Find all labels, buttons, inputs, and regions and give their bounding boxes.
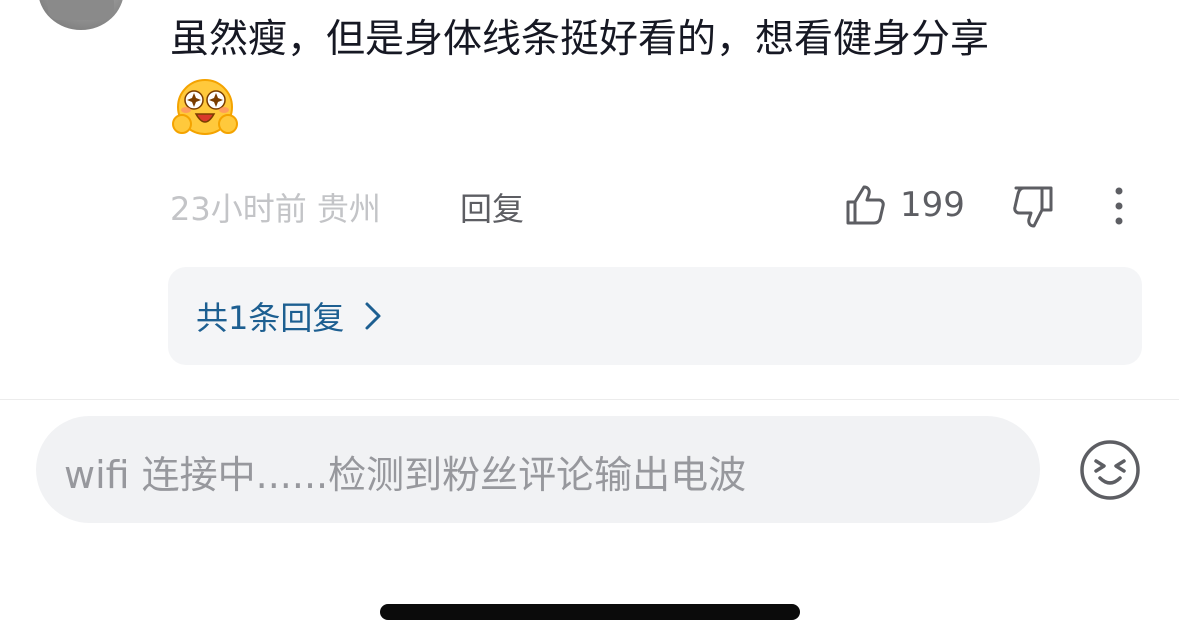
reply-button[interactable]: 回复	[460, 184, 524, 230]
comment-time-location: 23小时前 贵州	[170, 190, 381, 228]
divider	[0, 399, 1179, 400]
thumbs-down-icon[interactable]	[1010, 182, 1058, 230]
avatar[interactable]	[38, 0, 124, 30]
chevron-right-icon	[365, 302, 381, 330]
starry-eyed-face-icon	[172, 79, 238, 135]
comment-page: 虽然瘦，但是身体线条挺好看的，想看健身分享 23小时前 贵州 回复 199 共1…	[0, 0, 1179, 644]
smiley-face-icon[interactable]	[1078, 438, 1142, 502]
thumbs-up-icon	[846, 185, 885, 225]
like-count: 199	[900, 185, 965, 225]
home-indicator[interactable]	[380, 604, 800, 620]
comment-input-placeholder: wifi 连接中......检测到粉丝评论输出电波	[64, 453, 747, 497]
comment-text: 虽然瘦，但是身体线条挺好看的，想看健身分享	[170, 17, 990, 62]
comment-meta-row: 23小时前 贵州 回复 199	[170, 180, 1150, 230]
comment-input[interactable]: wifi 连接中......检测到粉丝评论输出电波	[36, 416, 1040, 523]
replies-count-label: 共1条回复	[196, 299, 345, 337]
like-button[interactable]: 199	[842, 180, 965, 230]
replies-box[interactable]: 共1条回复	[168, 267, 1142, 365]
view-replies-link[interactable]: 共1条回复	[196, 293, 382, 339]
more-vertical-icon[interactable]	[1104, 184, 1134, 228]
